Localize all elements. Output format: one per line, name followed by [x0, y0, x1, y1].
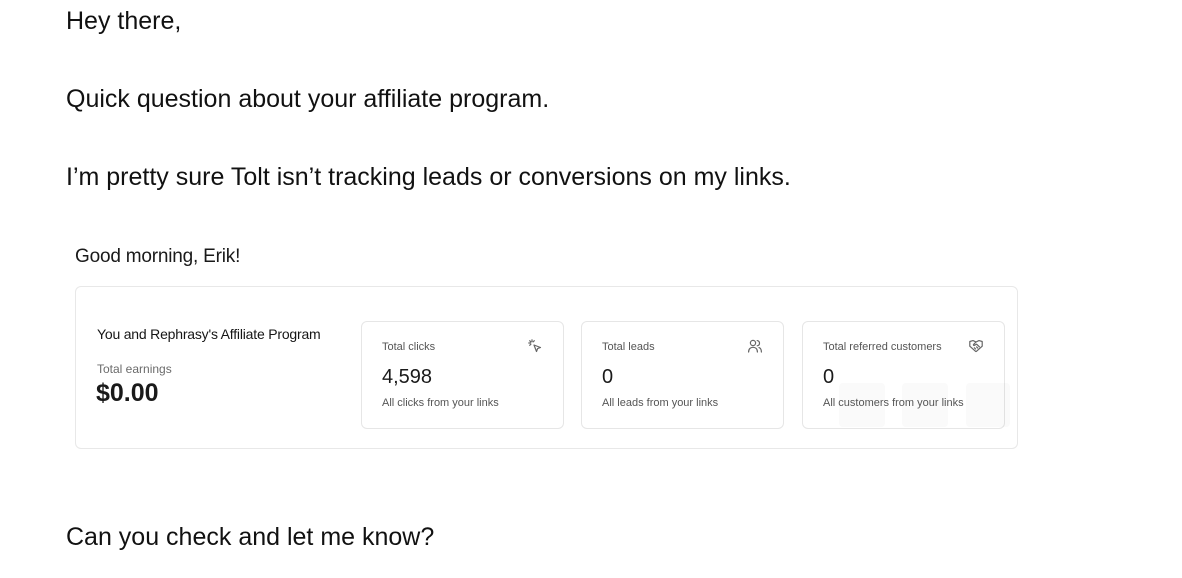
- stat-label: Total clicks: [382, 341, 436, 353]
- email-question: Quick question about your affiliate prog…: [66, 85, 550, 113]
- faded-overlay-shape: [966, 383, 1010, 427]
- email-closing: Can you check and let me know?: [66, 523, 435, 551]
- stat-value: 0: [823, 366, 835, 388]
- stat-value: 4,598: [382, 366, 433, 388]
- sparkle-pointer-icon: [527, 338, 543, 354]
- dashboard-greeting: Good morning, Erik!: [75, 246, 241, 267]
- faded-overlay-shape: [839, 383, 885, 427]
- affiliate-summary-panel: You and Rephrasy's Affiliate Program Tot…: [75, 286, 1018, 449]
- faded-overlay-shape: [902, 383, 948, 427]
- stat-label: Total leads: [602, 341, 655, 353]
- stat-card-clicks: Total clicks 4,598 All clicks from your …: [361, 321, 564, 429]
- program-title: You and Rephrasy's Affiliate Program: [97, 326, 321, 342]
- earnings-label: Total earnings: [97, 362, 172, 376]
- email-issue-text: I’m pretty sure Tolt isn’t tracking lead…: [66, 163, 791, 191]
- handshake-icon: [968, 338, 984, 354]
- email-greeting: Hey there,: [66, 7, 182, 35]
- stat-description: All leads from your links: [602, 397, 719, 409]
- stat-label: Total referred customers: [823, 341, 942, 353]
- stat-description: All clicks from your links: [382, 397, 499, 409]
- stat-value: 0: [602, 366, 614, 388]
- dashboard-screenshot: Good morning, Erik! You and Rephrasy's A…: [66, 236, 1030, 462]
- earnings-value: $0.00: [96, 379, 159, 407]
- stat-card-leads: Total leads 0 All leads from your links: [581, 321, 784, 429]
- users-icon: [747, 338, 763, 354]
